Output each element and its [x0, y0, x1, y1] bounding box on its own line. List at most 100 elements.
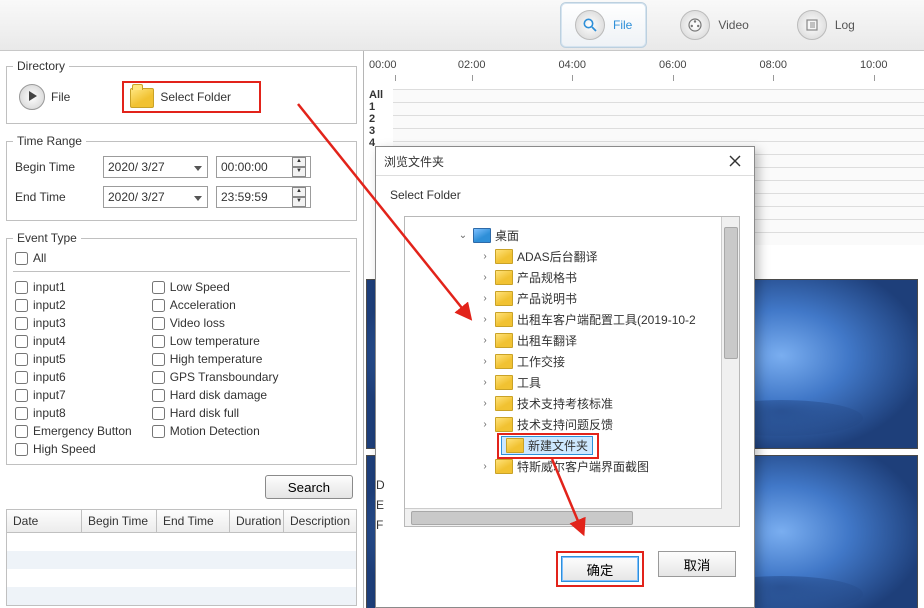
- chk-label: Low temperature: [170, 334, 260, 348]
- tree-item-label: 产品说明书: [517, 290, 577, 307]
- directory-group: Directory File Select Folder: [6, 59, 357, 124]
- folder-icon: [495, 312, 513, 327]
- tree-item-label: 特斯威尔客户端界面截图: [517, 458, 649, 475]
- tree-item-label: 工作交接: [517, 353, 565, 370]
- tree-root[interactable]: ⌄ 桌面: [405, 225, 739, 246]
- timeline-lane[interactable]: [393, 102, 924, 115]
- chevron-right-icon[interactable]: ›: [479, 293, 491, 305]
- tab-log[interactable]: Log: [782, 2, 870, 48]
- chevron-right-icon[interactable]: ›: [479, 356, 491, 368]
- chk-gps-transboundary[interactable]: [152, 371, 165, 384]
- event-type-group: Event Type All input1input2input3input4i…: [6, 231, 357, 465]
- chk-label: input3: [33, 316, 66, 330]
- tree-item-label: ADAS后台翻译: [517, 248, 598, 265]
- spinner-icon[interactable]: ▲▼: [292, 187, 306, 207]
- ruler-tick: 06:00: [622, 59, 723, 71]
- vertical-scrollbar[interactable]: [721, 217, 739, 526]
- side-letter: D: [376, 478, 385, 492]
- chk-input4[interactable]: [15, 335, 28, 348]
- chevron-right-icon[interactable]: ›: [479, 335, 491, 347]
- chk-label: input7: [33, 388, 66, 402]
- time-ruler: 00:0002:0004:0006:0008:0010:00: [369, 59, 924, 71]
- chk-high-temperature[interactable]: [152, 353, 165, 366]
- chk-input8[interactable]: [15, 407, 28, 420]
- cancel-button[interactable]: 取消: [658, 551, 736, 577]
- chk-all[interactable]: [15, 252, 28, 265]
- chk-acceleration[interactable]: [152, 299, 165, 312]
- chk-input5[interactable]: [15, 353, 28, 366]
- chk-low-speed[interactable]: [152, 281, 165, 294]
- search-button[interactable]: Search: [265, 475, 353, 499]
- close-icon[interactable]: [724, 151, 746, 171]
- chevron-down-icon[interactable]: ⌄: [457, 230, 469, 242]
- tree-item[interactable]: › 技术支持问题反馈: [405, 414, 739, 435]
- chk-input6[interactable]: [15, 371, 28, 384]
- begin-time-input[interactable]: 00:00:00 ▲▼: [216, 156, 311, 178]
- chk-low-temperature[interactable]: [152, 335, 165, 348]
- time-range-group: Time Range Begin Time 2020/ 3/27 00:00:0…: [6, 134, 357, 221]
- folder-icon: [506, 438, 524, 453]
- chevron-right-icon[interactable]: ›: [479, 419, 491, 431]
- tree-item[interactable]: › 工具: [405, 372, 739, 393]
- chk-label: Low Speed: [170, 280, 230, 294]
- ok-button[interactable]: 确定: [561, 556, 639, 582]
- end-time-input[interactable]: 23:59:59 ▲▼: [216, 186, 311, 208]
- timeline-lane[interactable]: [393, 89, 924, 102]
- tree-item[interactable]: › 产品规格书: [405, 267, 739, 288]
- desktop-icon: [473, 228, 491, 243]
- chevron-right-icon[interactable]: ›: [479, 461, 491, 473]
- folder-icon: [495, 459, 513, 474]
- chk-hard-disk-full[interactable]: [152, 407, 165, 420]
- chk-motion-detection[interactable]: [152, 425, 165, 438]
- time-range-legend: Time Range: [13, 134, 86, 148]
- event-type-legend: Event Type: [13, 231, 81, 245]
- folder-icon: [495, 375, 513, 390]
- tree-item[interactable]: › 工作交接: [405, 351, 739, 372]
- tab-video[interactable]: Video: [665, 2, 763, 48]
- directory-file-label: File: [51, 90, 70, 104]
- end-date-combo[interactable]: 2020/ 3/27: [103, 186, 208, 208]
- directory-file[interactable]: File: [19, 84, 70, 110]
- chevron-right-icon[interactable]: ›: [479, 314, 491, 326]
- tree-item[interactable]: › 出租车客户端配置工具(2019-10-2: [405, 309, 739, 330]
- chk-input2[interactable]: [15, 299, 28, 312]
- chk-video-loss[interactable]: [152, 317, 165, 330]
- tree-item[interactable]: › 特斯威尔客户端界面截图: [405, 456, 739, 477]
- chk-label: input5: [33, 352, 66, 366]
- chk-label: Motion Detection: [170, 424, 260, 438]
- table-row: [7, 569, 356, 587]
- chevron-right-icon[interactable]: ›: [479, 377, 491, 389]
- horizontal-scrollbar[interactable]: [405, 508, 722, 526]
- chk-input1[interactable]: [15, 281, 28, 294]
- tree-item-selected[interactable]: 新建文件夹: [405, 435, 739, 456]
- chk-emergency-button[interactable]: [15, 425, 28, 438]
- directory-legend: Directory: [13, 59, 69, 73]
- folder-tree[interactable]: ⌄ 桌面 › ADAS后台翻译 › 产品规格书 › 产品说明书 › 出租车客户端…: [404, 216, 740, 527]
- chevron-right-icon[interactable]: [479, 440, 491, 452]
- browse-folder-dialog: 浏览文件夹 Select Folder ⌄ 桌面 › ADAS后台翻译 › 产品…: [375, 146, 755, 608]
- spinner-icon[interactable]: ▲▼: [292, 157, 306, 177]
- folder-icon: [495, 249, 513, 264]
- tree-item[interactable]: › 技术支持考核标准: [405, 393, 739, 414]
- chk-label: GPS Transboundary: [170, 370, 279, 384]
- tree-item[interactable]: › 出租车翻译: [405, 330, 739, 351]
- chevron-right-icon[interactable]: ›: [479, 398, 491, 410]
- left-panel: Directory File Select Folder Time Range …: [0, 51, 364, 608]
- chk-hard-disk-damage[interactable]: [152, 389, 165, 402]
- tree-item[interactable]: › ADAS后台翻译: [405, 246, 739, 267]
- table-row: [7, 587, 356, 605]
- chevron-right-icon[interactable]: ›: [479, 272, 491, 284]
- chk-input7[interactable]: [15, 389, 28, 402]
- timeline-lane[interactable]: [393, 115, 924, 128]
- tab-file[interactable]: File: [560, 2, 647, 48]
- play-icon: [19, 84, 45, 110]
- lane-label: 3: [369, 125, 375, 137]
- chk-high-speed[interactable]: [15, 443, 28, 456]
- timeline-lane[interactable]: [393, 128, 924, 141]
- side-letter: F: [376, 518, 385, 532]
- chk-input3[interactable]: [15, 317, 28, 330]
- begin-date-combo[interactable]: 2020/ 3/27: [103, 156, 208, 178]
- tree-item[interactable]: › 产品说明书: [405, 288, 739, 309]
- directory-select-folder[interactable]: Select Folder: [122, 81, 261, 113]
- chevron-right-icon[interactable]: ›: [479, 251, 491, 263]
